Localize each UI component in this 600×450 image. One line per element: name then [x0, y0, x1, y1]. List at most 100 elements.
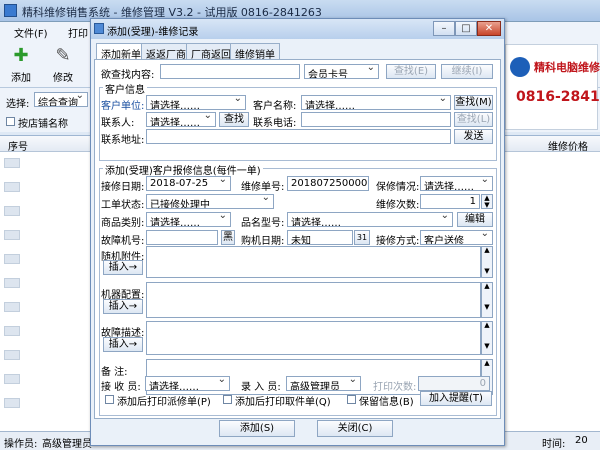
tab-repair-cancel[interactable]: 维修销单: [230, 43, 280, 61]
print-count-label: 打印次数:: [373, 382, 417, 393]
remark-label: 备 注:: [101, 367, 128, 378]
continue-button[interactable]: 继续(I): [441, 64, 493, 79]
address-label: 联系地址:: [101, 135, 145, 146]
order-number-input[interactable]: 2018072500001: [287, 176, 369, 191]
config-insert-button[interactable]: 插入→: [103, 299, 143, 314]
customer-unit-select[interactable]: 请选择……: [146, 95, 246, 110]
repair-count-input[interactable]: 1: [420, 194, 480, 209]
maximize-button[interactable]: □: [455, 21, 477, 36]
fault-scrollbar[interactable]: ▲ ▼: [481, 321, 493, 355]
repair-record-dialog: 添加(受理)-维修记录 – □ ✕ 添加新单 返返厂商 厂商返回 维修销单 欲查…: [90, 18, 505, 446]
config-textarea[interactable]: [146, 282, 481, 318]
app-icon: [4, 4, 17, 17]
edit-toolbar-label: 修改: [53, 73, 73, 84]
search-input[interactable]: [160, 64, 300, 79]
query-mode-select[interactable]: 综合查询: [34, 92, 88, 107]
minimize-button[interactable]: –: [433, 21, 455, 36]
fault-insert-button[interactable]: 插入→: [103, 337, 143, 352]
contact-select[interactable]: 请选择……: [146, 112, 216, 127]
select-label: 选择:: [6, 99, 30, 110]
print-receipt-checkbox-label: 添加后打印取件单(Q): [235, 397, 331, 408]
add-button[interactable]: 添加(S): [219, 420, 295, 437]
row-marker: [4, 374, 20, 384]
grid-col-repair-price: 维修价格: [548, 142, 588, 153]
address-input[interactable]: [146, 129, 451, 144]
accessories-textarea[interactable]: [146, 246, 481, 278]
operator-label: 操作员:: [4, 439, 38, 450]
customer-unit-label: 客户单位:: [101, 101, 145, 112]
repair-method-label: 接修方式:: [376, 236, 420, 247]
warranty-select[interactable]: 请选择……: [420, 176, 493, 191]
print-repair-checkbox[interactable]: [105, 395, 114, 404]
send-button[interactable]: 发送: [454, 129, 493, 144]
row-marker: [4, 182, 20, 192]
row-marker: [4, 398, 20, 408]
fault-textarea[interactable]: [146, 321, 481, 355]
calendar-icon: 31: [356, 233, 368, 242]
keep-info-checkbox[interactable]: [347, 395, 356, 404]
maximize-icon: □: [461, 23, 471, 34]
row-marker: [4, 158, 20, 168]
print-repair-checkbox-label: 添加后打印派修单(P): [117, 397, 211, 408]
dialog-app-icon: [94, 23, 104, 34]
purchase-date-label: 购机日期:: [241, 236, 285, 247]
tab-vendor-return[interactable]: 厂商返回: [186, 43, 236, 61]
close-button[interactable]: 关闭(C): [317, 420, 393, 437]
company-logo: 精科电脑维修中心 0816-2841263: [505, 44, 600, 130]
add-toolbar-button[interactable]: ✚ 添加: [4, 42, 38, 86]
tab-add-new[interactable]: 添加新单: [96, 43, 146, 61]
customer-name-label: 客户名称:: [253, 101, 297, 112]
model-edit-button[interactable]: 编辑: [457, 212, 493, 227]
dialog-title: 添加(受理)-维修记录: [107, 27, 199, 38]
operator-value: 高级管理员: [42, 439, 92, 450]
repair-method-select[interactable]: 客户送修: [420, 230, 493, 245]
grid-col-seq: 序号: [8, 142, 28, 153]
serial-input[interactable]: [146, 230, 218, 245]
member-card-select[interactable]: 会员卡号: [304, 64, 379, 79]
repair-date-label: 接修日期:: [101, 182, 145, 193]
calendar-button[interactable]: 31: [354, 230, 370, 245]
phone-search-button[interactable]: 查找(L): [454, 112, 493, 127]
config-scrollbar[interactable]: ▲ ▼: [481, 282, 493, 318]
receiver-select[interactable]: 请选择……: [145, 376, 230, 391]
edit-toolbar-button[interactable]: ✎ 修改: [46, 42, 80, 86]
purchase-date-input[interactable]: 未知: [287, 230, 353, 245]
minimize-icon: –: [441, 23, 447, 34]
repair-count-spinner[interactable]: ▲ ▼: [481, 194, 493, 209]
phone-input[interactable]: [301, 112, 451, 127]
entry-clerk-select[interactable]: 高级管理员: [286, 376, 361, 391]
tab-panel: 欲查找内容: 会员卡号 查找(E) 继续(I) 客户信息 客户单位: 请选择………: [94, 59, 501, 419]
add-reminder-button[interactable]: 加入提醒(T): [420, 391, 492, 406]
repair-date-picker[interactable]: 2018-07-25: [146, 176, 231, 191]
customer-name-select[interactable]: 请选择……: [301, 95, 451, 110]
customer-name-search-button[interactable]: 查找(M): [454, 95, 493, 110]
shop-name-checkbox[interactable]: [6, 117, 15, 126]
order-status-select[interactable]: 已接修处理中: [146, 194, 274, 209]
keep-info-checkbox-label: 保留信息(B): [359, 397, 414, 408]
dialog-close-button[interactable]: ✕: [477, 21, 501, 36]
contact-search-button[interactable]: 查找: [219, 112, 249, 127]
order-number-label: 维修单号:: [241, 182, 285, 193]
tab-return-vendor[interactable]: 返返厂商: [141, 43, 191, 61]
search-button[interactable]: 查找(E): [386, 64, 436, 79]
category-label: 商品类别:: [101, 218, 145, 229]
add-icon: ✚: [13, 45, 29, 66]
print-receipt-checkbox[interactable]: [223, 395, 232, 404]
phone-label: 联系电话:: [253, 118, 297, 129]
model-select[interactable]: 请选择……: [287, 212, 453, 227]
accessories-scrollbar[interactable]: ▲ ▼: [481, 246, 493, 278]
accessories-insert-button[interactable]: 插入→: [103, 260, 143, 275]
contact-label: 联系人:: [101, 118, 135, 129]
menu-print[interactable]: 打印: [68, 25, 88, 40]
warranty-label: 保修情况:: [376, 182, 420, 193]
category-select[interactable]: 请选择……: [146, 212, 231, 227]
time-label: 时间:: [542, 439, 566, 450]
add-toolbar-label: 添加: [11, 73, 31, 84]
logo-phone: 0816-2841263: [516, 89, 600, 105]
entry-clerk-label: 录 入 员:: [241, 382, 281, 393]
blacklist-button[interactable]: 黑: [221, 230, 235, 245]
receiver-label: 接 收 员:: [101, 382, 141, 393]
row-marker: [4, 254, 20, 264]
model-label: 品名型号:: [241, 218, 285, 229]
menu-file[interactable]: 文件(F): [14, 25, 48, 40]
